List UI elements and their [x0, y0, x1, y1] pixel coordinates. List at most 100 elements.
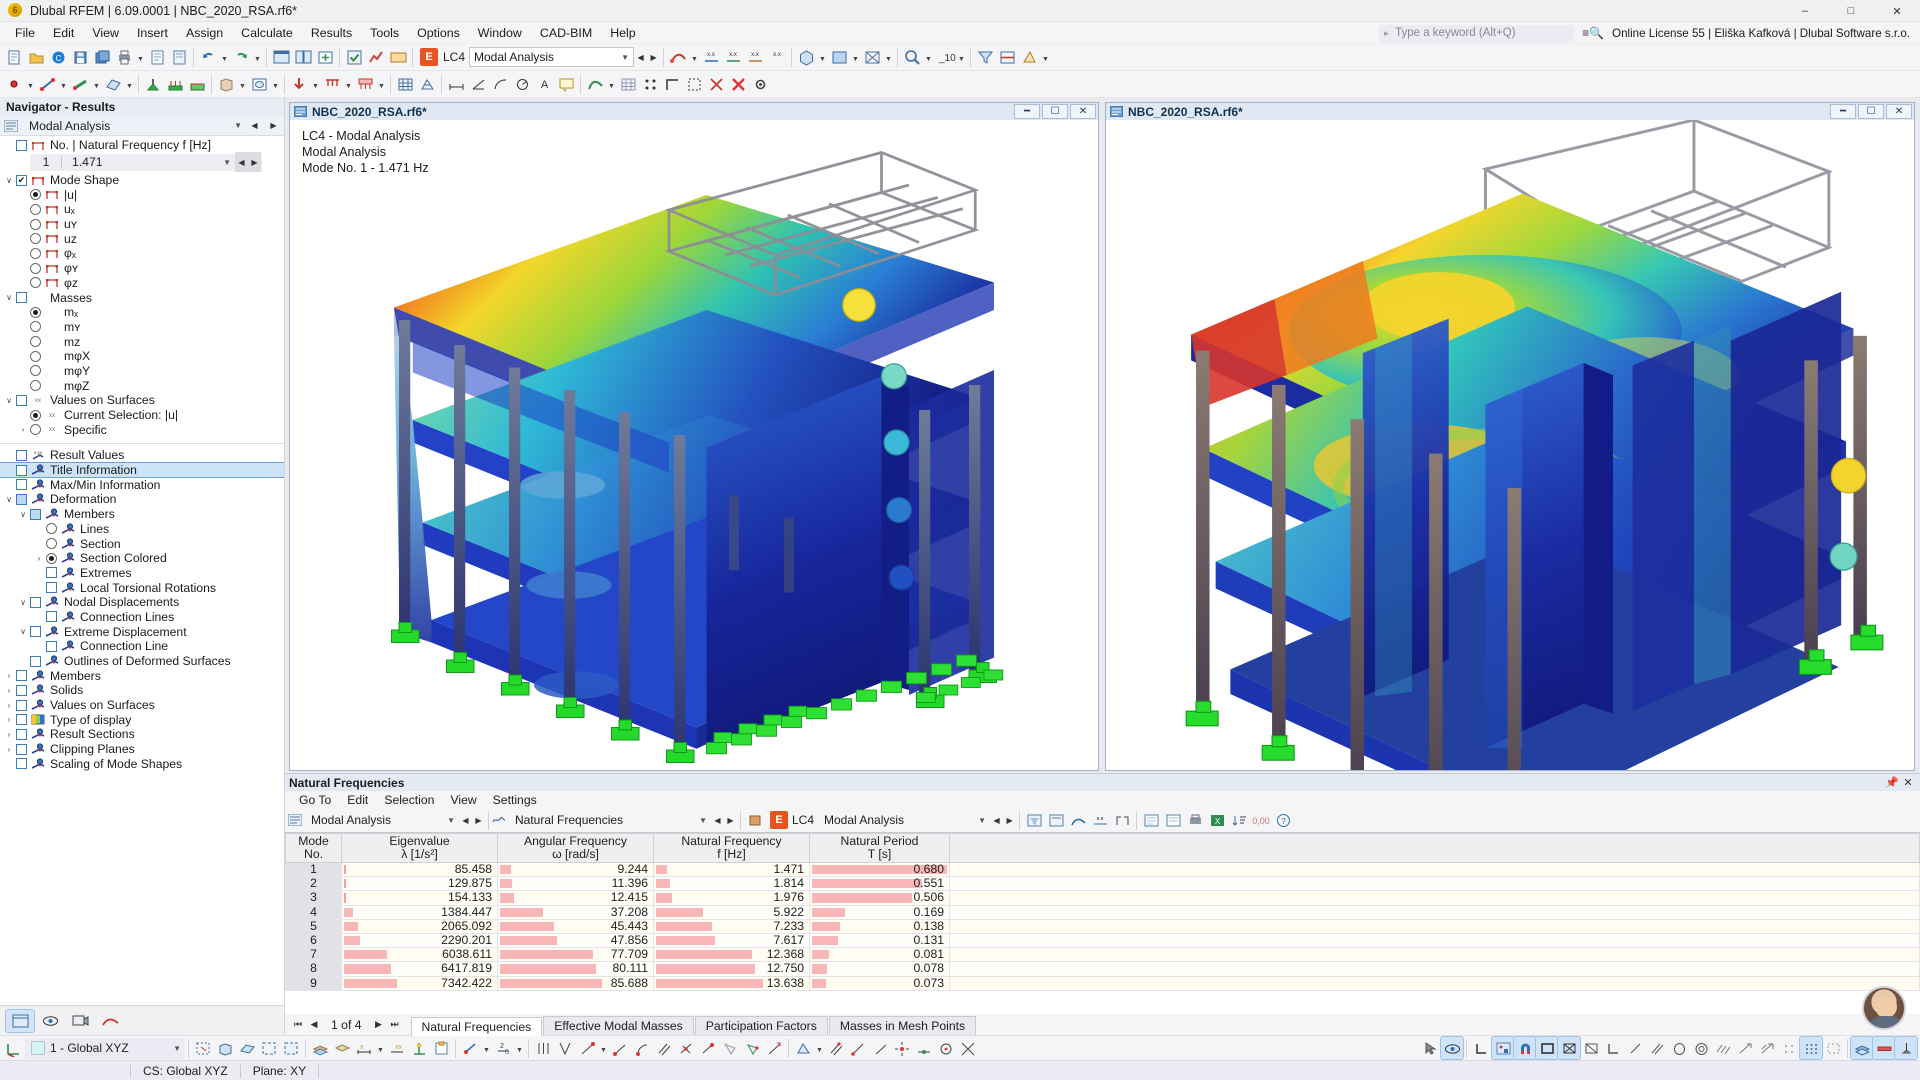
tree-item-outlines-of-deformed-surfaces[interactable]: ▼ Outlines of Deformed Surfaces	[0, 654, 284, 669]
expander-icon[interactable]: ›	[32, 554, 46, 563]
menu-insert[interactable]: Insert	[128, 24, 177, 42]
point-snap-dropdown-icon[interactable]: ▼	[481, 1037, 492, 1059]
table-row[interactable]: 8 6417.819 80.111 12.750 0.078	[285, 961, 1920, 977]
grid-dots-icon[interactable]	[1799, 1036, 1823, 1060]
snap-line-icon[interactable]	[847, 1037, 869, 1059]
mesh-icon[interactable]	[394, 73, 416, 95]
vee-lines-icon[interactable]	[554, 1037, 576, 1059]
tab-masses-in-mesh-points[interactable]: Masses in Mesh Points	[828, 1016, 977, 1035]
tree-item-clipping-planes[interactable]: › Clipping Planes	[0, 742, 284, 757]
maximize-button[interactable]: □	[1828, 0, 1874, 22]
select-window-icon[interactable]	[258, 1037, 280, 1059]
values-xxx4-icon[interactable]: x.x	[766, 46, 788, 68]
perpendicular-icon[interactable]	[675, 1037, 697, 1059]
calculate-icon[interactable]	[343, 46, 365, 68]
next-case-arrow[interactable]: ▶	[647, 47, 660, 67]
grid-spacing-icon[interactable]: 26	[492, 1037, 514, 1059]
table-row[interactable]: 1 85.458 9.244 1.471 0.680	[285, 861, 1920, 878]
dashed-box-icon[interactable]	[1822, 1037, 1844, 1059]
plane-dropdown-icon[interactable]: ▼	[814, 1037, 825, 1059]
checkbox-checked[interactable]	[16, 174, 27, 186]
opening-icon[interactable]	[248, 73, 270, 95]
scale-dropdown-icon[interactable]: ▼	[956, 46, 967, 68]
render-mode-icon[interactable]	[828, 46, 850, 68]
values-xxx3-icon[interactable]: x.x	[744, 46, 766, 68]
tree-item-deformation[interactable]: ∨ Deformation	[0, 492, 284, 507]
radio-button[interactable]	[30, 233, 41, 245]
tree-item-m[interactable]: ▼ mₓ	[0, 305, 284, 320]
show-results-icon[interactable]	[387, 46, 409, 68]
tree-item-max-min-information[interactable]: ▼ Max/Min Information	[0, 477, 284, 492]
mesh-node2-icon[interactable]	[741, 1037, 763, 1059]
table-row[interactable]: 2 129.875 11.396 1.814 0.551	[285, 876, 1920, 892]
prev-page-button[interactable]: ◀	[307, 1016, 321, 1034]
expander-icon[interactable]: ›	[2, 701, 16, 710]
layers-icon[interactable]	[309, 1037, 331, 1059]
expander-icon[interactable]: ▼	[16, 366, 30, 375]
table-analysis-combo[interactable]: Modal Analysis ▼	[307, 811, 459, 830]
next-page-button[interactable]: ▶	[372, 1016, 386, 1034]
deformation-dropdown-icon[interactable]: ▼	[689, 46, 700, 68]
tree-item-section[interactable]: ▼ Section	[0, 536, 284, 551]
view-dropdown-icon[interactable]: ▼	[817, 46, 828, 68]
dlubal-center-icon[interactable]: C	[47, 46, 69, 68]
snap-icon[interactable]	[639, 73, 661, 95]
radio-button[interactable]	[30, 380, 41, 392]
results-icon[interactable]	[365, 46, 387, 68]
frequency-chevron-down-icon[interactable]: ▼	[223, 158, 235, 167]
select-box-icon[interactable]	[1580, 1037, 1602, 1059]
tree-item-u[interactable]: ▼ uₓ	[0, 202, 284, 217]
new-window-icon[interactable]	[314, 46, 336, 68]
solid-dropdown-icon[interactable]: ▼	[237, 73, 248, 95]
radio-button[interactable]	[46, 523, 57, 535]
line-tool-icon[interactable]	[1624, 1037, 1646, 1059]
checkbox-partial[interactable]	[16, 493, 27, 505]
table-row[interactable]: 5 2065.092 45.443 7.233 0.138	[285, 918, 1920, 935]
menu-window[interactable]: Window	[469, 24, 531, 42]
radio-button[interactable]	[30, 218, 41, 230]
expander-icon[interactable]: ∨	[16, 510, 30, 519]
checkbox[interactable]	[46, 611, 57, 623]
zoom-window-icon[interactable]	[901, 46, 923, 68]
table-decimals-icon[interactable]: 0,00	[1250, 809, 1272, 831]
ring-tool-icon[interactable]	[1690, 1037, 1712, 1059]
tree-item-solids[interactable]: › Solids	[0, 683, 284, 698]
expander-icon[interactable]: ∨	[2, 176, 16, 185]
table-next-analysis-arrow[interactable]: ▶	[472, 810, 485, 830]
arc-dim-icon[interactable]	[489, 73, 511, 95]
surface-load-icon[interactable]	[354, 73, 376, 95]
checkbox[interactable]	[16, 758, 27, 770]
expander-icon[interactable]: ›	[16, 425, 30, 434]
origin-icon[interactable]	[1470, 1037, 1492, 1059]
line-segment-icon[interactable]	[609, 1037, 631, 1059]
table-prev-case-arrow[interactable]: ◀	[990, 810, 1003, 830]
expander-icon[interactable]: ›	[2, 686, 16, 695]
tree-item-result-values[interactable]: ▼ x.xx Result Values	[0, 448, 284, 463]
point-snap-icon[interactable]	[459, 1037, 481, 1059]
expander-icon[interactable]: ›	[2, 730, 16, 739]
table-row[interactable]: 3 154.133 12.415 1.976 0.506	[285, 890, 1920, 906]
parallel-offset-icon[interactable]	[653, 1037, 675, 1059]
section-icon[interactable]	[1018, 46, 1040, 68]
table-menu-selection[interactable]: Selection	[376, 792, 442, 808]
tree-item-masses[interactable]: ∨ Masses	[0, 290, 284, 305]
last-page-button[interactable]: ⏭	[388, 1016, 402, 1034]
close-right-view-button[interactable]: ✕	[1886, 104, 1912, 119]
menu-cad-bim[interactable]: CAD-BIM	[531, 24, 601, 42]
tree-item-u[interactable]: ▼ uᴢ	[0, 231, 284, 246]
tree-item-title-information[interactable]: ▼ Title Information	[0, 461, 284, 479]
tree-item-result-sections[interactable]: › Result Sections	[0, 727, 284, 742]
tree-item-m-z[interactable]: ▼ mφZ	[0, 378, 284, 393]
printout-report-icon[interactable]	[146, 46, 168, 68]
expander-icon[interactable]: ▼	[16, 249, 30, 258]
node-icon[interactable]	[3, 73, 25, 95]
menu-tools[interactable]: Tools	[361, 24, 408, 42]
redo-dropdown-icon[interactable]: ▼	[252, 46, 263, 68]
surface-dropdown-icon[interactable]: ▼	[124, 73, 135, 95]
table-excel-icon[interactable]: X	[1206, 809, 1228, 831]
snap-intersect-icon[interactable]	[957, 1037, 979, 1059]
checkbox[interactable]	[16, 684, 27, 696]
expander-icon[interactable]: ▼	[16, 657, 30, 666]
tree-item-type-of-display[interactable]: › Type of display	[0, 712, 284, 727]
tree-item-[interactable]: ▼ φʏ	[0, 261, 284, 276]
